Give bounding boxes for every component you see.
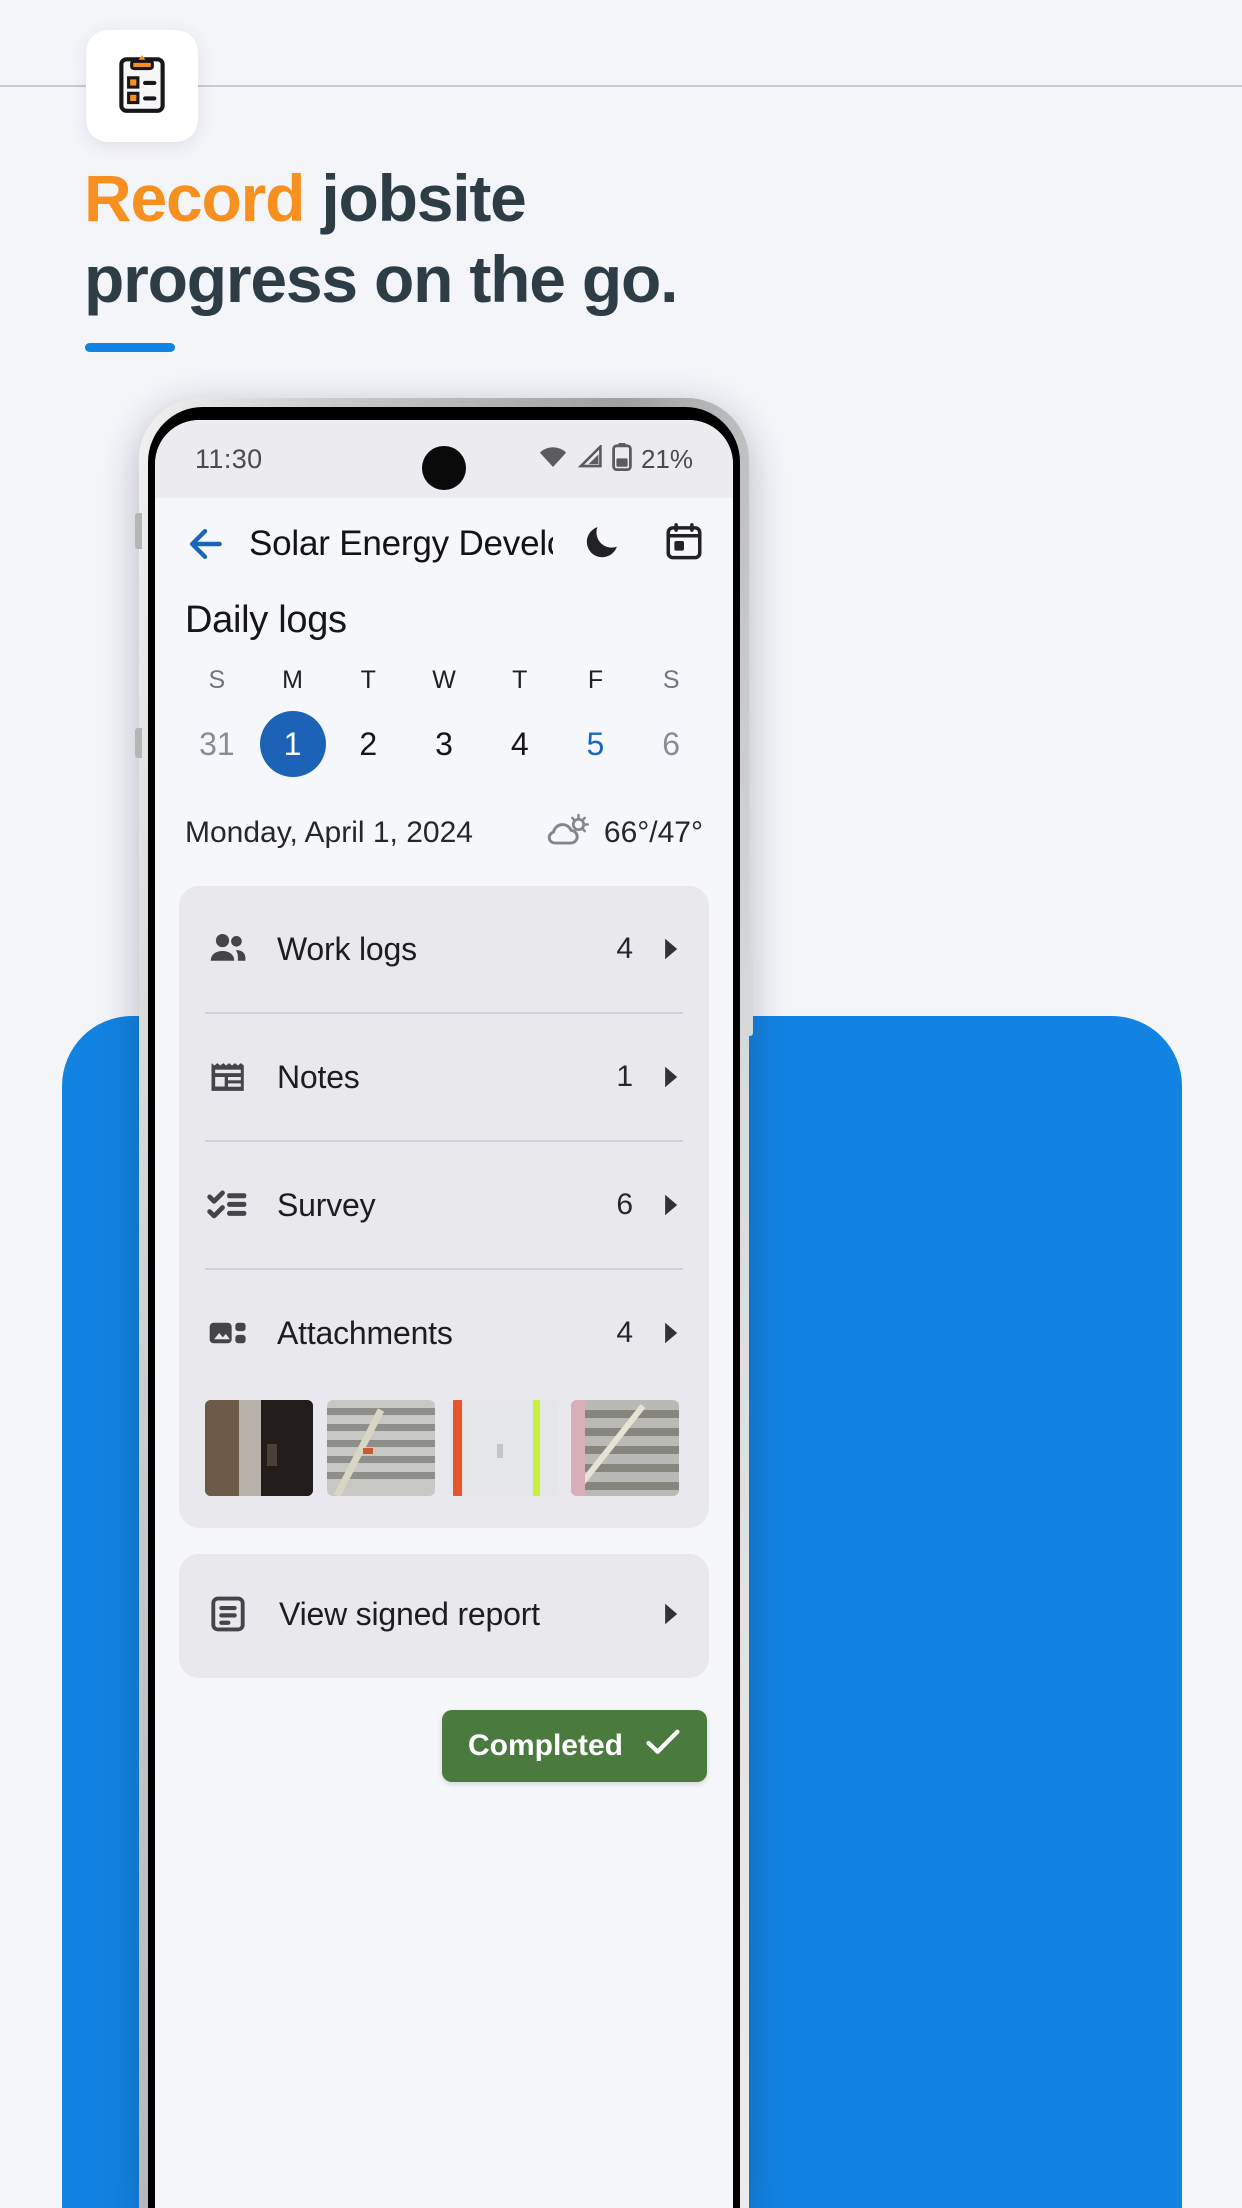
clipboard-checklist-icon bbox=[109, 51, 175, 122]
row-label: Notes bbox=[277, 1058, 360, 1095]
status-bar: 11:30 21% bbox=[155, 420, 733, 498]
people-icon bbox=[205, 927, 251, 971]
app-bar-actions bbox=[581, 520, 705, 567]
row-view-signed-report[interactable]: View signed report bbox=[179, 1554, 709, 1674]
chevron-right-icon[interactable] bbox=[661, 1065, 683, 1089]
headline-accent: Record bbox=[84, 161, 305, 235]
row-label: View signed report bbox=[279, 1595, 540, 1632]
calendar-date-today[interactable]: 5 bbox=[562, 711, 628, 777]
chevron-right-icon[interactable] bbox=[661, 1193, 683, 1217]
calendar-strip[interactable]: S 31 M 1 T 2 W 3 T 4 F 5 S 6 bbox=[155, 648, 733, 785]
back-arrow-icon[interactable] bbox=[183, 522, 227, 566]
phone-side-button-right bbox=[746, 958, 753, 1036]
promo-headline: Record jobsite progress on the go. bbox=[84, 158, 1134, 319]
calendar-date[interactable]: 31 bbox=[184, 711, 250, 777]
selected-date-label: Monday, April 1, 2024 bbox=[185, 815, 473, 849]
calendar-dow: S bbox=[662, 666, 680, 694]
phone-screen: 11:30 21% Solar Energy Devel Daily logs … bbox=[155, 420, 733, 2208]
calendar-dow: T bbox=[512, 666, 528, 694]
row-notes[interactable]: Notes 1 bbox=[179, 1014, 709, 1140]
date-weather-row: Monday, April 1, 2024 66°/47° bbox=[155, 785, 733, 878]
row-count: 4 bbox=[616, 1316, 633, 1349]
row-label: Survey bbox=[277, 1186, 376, 1223]
row-label: Work logs bbox=[277, 930, 417, 967]
headline-line2: progress on the go. bbox=[84, 241, 678, 316]
phone-power-button bbox=[135, 728, 142, 758]
calendar-day[interactable]: S 31 bbox=[179, 666, 255, 777]
phone-volume-button bbox=[135, 513, 142, 549]
camera-punch-hole bbox=[422, 446, 466, 490]
app-icon-tile bbox=[86, 30, 198, 142]
app-body: Solar Energy Develop… bbox=[155, 498, 733, 2208]
phone-mockup: 11:30 21% Solar Energy Devel Daily logs … bbox=[135, 398, 753, 2208]
thumbnail-doorway[interactable] bbox=[205, 1400, 313, 1496]
row-label: Attachments bbox=[277, 1314, 453, 1351]
row-attachments[interactable]: Attachments 4 bbox=[179, 1270, 709, 1396]
calendar-dow: F bbox=[587, 666, 604, 694]
status-badge-label: Completed bbox=[467, 1729, 623, 1762]
calendar-date-selected[interactable]: 1 bbox=[259, 711, 326, 777]
checklist-icon bbox=[205, 1183, 251, 1227]
row-survey[interactable]: Survey 6 bbox=[179, 1142, 709, 1268]
partly-cloudy-icon bbox=[544, 811, 590, 854]
calendar-dow: T bbox=[360, 666, 376, 694]
check-icon bbox=[645, 1727, 681, 1765]
status-chip-container: Completed bbox=[155, 1678, 733, 1782]
calendar-day[interactable]: S 6 bbox=[633, 666, 709, 777]
status-time: 11:30 bbox=[195, 443, 263, 474]
status-badge[interactable]: Completed bbox=[441, 1710, 707, 1782]
row-work-logs[interactable]: Work logs 4 bbox=[179, 886, 709, 1012]
promo-page: Record jobsite progress on the go. 11:30 bbox=[0, 0, 1242, 2208]
chevron-right-icon[interactable] bbox=[661, 1321, 683, 1345]
wifi-icon bbox=[538, 445, 568, 474]
page-title: Solar Energy Develop… bbox=[249, 523, 553, 563]
row-count: 6 bbox=[616, 1188, 633, 1221]
chevron-right-icon[interactable] bbox=[661, 1602, 683, 1626]
temperature-range: 66°/47° bbox=[603, 815, 703, 849]
status-icons: 21% bbox=[538, 442, 693, 476]
calendar-icon[interactable] bbox=[663, 520, 705, 567]
daily-log-card: Work logs 4 Notes 1 Survey 6 Attachments… bbox=[179, 886, 709, 1528]
calendar-date[interactable]: 6 bbox=[638, 711, 704, 777]
calendar-day[interactable]: M 1 bbox=[255, 666, 331, 777]
app-bar: Solar Energy Develop… bbox=[155, 498, 733, 577]
thumbnail-ceiling-duct[interactable] bbox=[327, 1400, 435, 1496]
accent-rule bbox=[85, 343, 175, 352]
battery-icon bbox=[612, 442, 632, 476]
section-title: Daily logs bbox=[185, 599, 347, 641]
calendar-day[interactable]: T 2 bbox=[330, 666, 406, 777]
calendar-day[interactable]: F 5 bbox=[558, 666, 634, 777]
battery-percent: 21% bbox=[640, 443, 693, 474]
row-count: 1 bbox=[616, 1060, 633, 1093]
calendar-date[interactable]: 3 bbox=[411, 711, 477, 777]
notes-icon bbox=[205, 1055, 251, 1099]
calendar-dow: W bbox=[432, 666, 456, 694]
report-document-icon bbox=[205, 1593, 251, 1635]
thumbnail-wall-pipe[interactable] bbox=[449, 1400, 557, 1496]
view-signed-report-card[interactable]: View signed report bbox=[179, 1554, 709, 1678]
row-count: 4 bbox=[616, 932, 633, 965]
moon-icon[interactable] bbox=[581, 520, 623, 567]
image-grid-icon bbox=[205, 1311, 251, 1355]
calendar-dow: M bbox=[282, 666, 303, 694]
calendar-date[interactable]: 2 bbox=[335, 711, 401, 777]
thumbnail-scaffold[interactable] bbox=[571, 1400, 679, 1496]
calendar-day[interactable]: T 4 bbox=[482, 666, 558, 777]
weather-summary: 66°/47° bbox=[544, 811, 703, 854]
chevron-right-icon[interactable] bbox=[661, 937, 683, 961]
signal-icon bbox=[577, 442, 603, 474]
calendar-day[interactable]: W 3 bbox=[406, 666, 482, 777]
calendar-date[interactable]: 4 bbox=[487, 711, 553, 777]
attachment-thumbnails bbox=[179, 1396, 709, 1524]
headline-rest: jobsite bbox=[304, 161, 527, 235]
calendar-dow: S bbox=[208, 666, 226, 694]
